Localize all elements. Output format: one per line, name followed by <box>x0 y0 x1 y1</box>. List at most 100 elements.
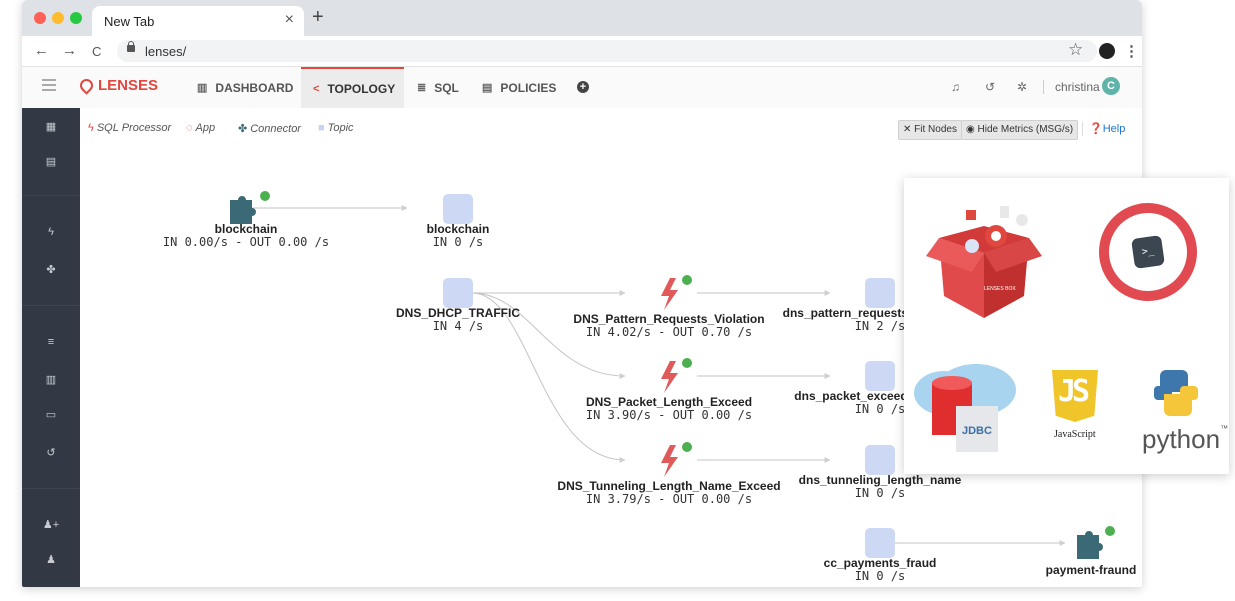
node-label: DNS_DHCP_TRAFFIC <box>396 306 520 320</box>
node-label: dns_packet_exceed_l <box>794 389 917 403</box>
lenses-box-icon <box>926 206 1042 318</box>
history-icon[interactable]: ↺ <box>985 80 995 94</box>
users-icon[interactable]: ♟ <box>42 553 60 566</box>
monitor-icon[interactable]: ▭ <box>42 408 60 421</box>
nav-tab-label: POLICIES <box>500 80 557 95</box>
integrations-card: LENSES BOX >_ JDBC JS JavaScript python™ <box>904 178 1229 474</box>
node-label: dns_pattern_requests_v <box>783 306 922 320</box>
bolt-icon[interactable]: ϟ <box>42 226 60 238</box>
topic-node-dns-dhcp-traffic[interactable] <box>443 278 473 308</box>
node-metrics: IN 0.00/s - OUT 0.00 /s <box>163 235 329 249</box>
minimize-window-button[interactable] <box>52 12 64 24</box>
plus-circle-icon[interactable]: + <box>577 81 589 93</box>
url-field[interactable]: lenses/ <box>117 40 1097 62</box>
gear-icon[interactable]: ✲ <box>1017 80 1027 94</box>
maximize-window-button[interactable] <box>70 12 82 24</box>
processor-node-dns-packet-length-exceed[interactable] <box>661 358 692 393</box>
node-metrics: IN 2 /s <box>855 319 906 333</box>
bolt-icon <box>661 278 678 310</box>
javascript-label: JavaScript <box>1054 429 1096 440</box>
bolt-icon <box>661 445 678 477</box>
status-dot <box>682 275 692 285</box>
close-window-button[interactable] <box>34 12 46 24</box>
nav-tab-dashboard[interactable]: ▥ DASHBOARD <box>197 67 297 108</box>
bar-chart-icon: ▥ <box>197 82 208 94</box>
node-metrics: IN 3.90/s - OUT 0.00 /s <box>586 408 752 422</box>
bar-chart-icon[interactable]: ▥ <box>42 373 60 386</box>
node-metrics: IN 4.02/s - OUT 0.70 /s <box>586 325 752 339</box>
node-label: blockchain <box>427 222 490 236</box>
nav-tab-sql[interactable]: ≣ SQL <box>417 67 477 108</box>
sidebar-divider <box>22 305 80 306</box>
tab-title: New Tab <box>104 14 155 29</box>
document-icon[interactable]: ▤ <box>42 155 60 168</box>
nav-tab-label: DASHBOARD <box>215 80 294 95</box>
table-icon[interactable]: ▦ <box>42 120 60 133</box>
bookmark-star-icon[interactable]: ☆ <box>1068 40 1083 60</box>
puzzle-icon <box>230 196 256 224</box>
avatar[interactable]: C <box>1102 77 1120 95</box>
new-tab-button[interactable]: + <box>312 6 324 29</box>
processor-node-dns-pattern-requests-violation[interactable] <box>661 275 692 310</box>
cli-icon: >_ <box>1099 203 1197 301</box>
jdbc-database-icon <box>914 364 1016 452</box>
status-dot <box>682 358 692 368</box>
nav-tab-label: TOPOLOGY <box>327 81 396 96</box>
python-logo-icon <box>1154 370 1198 416</box>
node-metrics: IN 0 /s <box>855 402 906 416</box>
python-label: python™ <box>1142 424 1228 455</box>
node-label: payment-fraund <box>1046 563 1137 577</box>
node-metrics: IN 3.79/s - OUT 0.00 /s <box>586 492 752 506</box>
python-text: python <box>1142 424 1221 454</box>
node-metrics: IN 4 /s <box>433 319 484 333</box>
terminal-icon: >_ <box>1131 235 1165 269</box>
puzzle-icon <box>1077 531 1103 559</box>
node-label: DNS_Packet_Length_Exceed <box>586 395 752 409</box>
username[interactable]: christina <box>1055 80 1100 94</box>
puzzle-icon[interactable]: ✤ <box>42 263 60 276</box>
node-label: cc_payments_fraud <box>824 556 937 570</box>
sliders-icon[interactable]: ≡ <box>42 336 60 348</box>
lock-icon <box>127 41 135 52</box>
hamburger-menu-icon[interactable] <box>42 79 56 81</box>
sidebar-divider <box>22 195 80 196</box>
node-metrics: IN 0 /s <box>855 569 906 583</box>
browser-tab[interactable]: New Tab × <box>92 6 304 36</box>
sidebar: ▦ ▤ ϟ ✤ ≡ ▥ ▭ ↺ ♟+ ♟ <box>22 108 80 587</box>
node-label: DNS_Tunneling_Length_Name_Exceed <box>557 479 780 493</box>
topic-node-cc-payments-fraud[interactable] <box>865 528 895 558</box>
status-dot <box>1105 526 1115 536</box>
processor-node-dns-tunneling-length-name-exceed[interactable] <box>661 442 692 477</box>
node-metrics: IN 0 /s <box>855 486 906 500</box>
nav-tab-label: SQL <box>434 80 459 95</box>
tab-close-icon[interactable]: × <box>285 11 294 29</box>
profile-icon[interactable] <box>1099 43 1115 59</box>
topic-node-dns-packet-exceed[interactable] <box>865 361 895 391</box>
topic-node-dns-pattern-requests[interactable] <box>865 278 895 308</box>
reload-icon[interactable]: C <box>92 44 101 59</box>
bolt-icon <box>661 361 678 393</box>
jdbc-label: JDBC <box>962 425 992 437</box>
node-label: dns_tunneling_length_name <box>799 473 962 487</box>
topic-node-dns-tunneling-length-name[interactable] <box>865 445 895 475</box>
js-letters: JS <box>1058 374 1090 409</box>
add-user-icon[interactable]: ♟+ <box>42 518 60 531</box>
pin-icon <box>77 76 96 95</box>
tab-bar: New Tab × + <box>22 0 1142 36</box>
sidebar-divider <box>22 488 80 489</box>
connector-node-payment-fraund[interactable] <box>1077 526 1115 559</box>
trademark: ™ <box>1220 424 1229 433</box>
node-label: blockchain <box>215 222 278 236</box>
nav-tab-policies[interactable]: ▤ POLICIES <box>482 67 582 108</box>
app-header: LENSES ▥ DASHBOARD < TOPOLOGY ≣ SQL ▤ PO… <box>22 67 1142 109</box>
history-icon[interactable]: ↺ <box>42 446 60 459</box>
node-label: DNS_Pattern_Requests_Violation <box>573 312 764 326</box>
back-icon[interactable]: ← <box>34 42 49 59</box>
topic-node-blockchain[interactable] <box>443 194 473 224</box>
list-icon: ▤ <box>482 82 493 94</box>
forward-icon[interactable]: → <box>62 42 77 59</box>
bell-icon[interactable]: ♫ <box>951 80 960 94</box>
nav-tab-topology[interactable]: < TOPOLOGY <box>301 67 404 108</box>
browser-menu-icon[interactable]: ⋮ <box>1124 42 1139 60</box>
status-dot <box>682 442 692 452</box>
